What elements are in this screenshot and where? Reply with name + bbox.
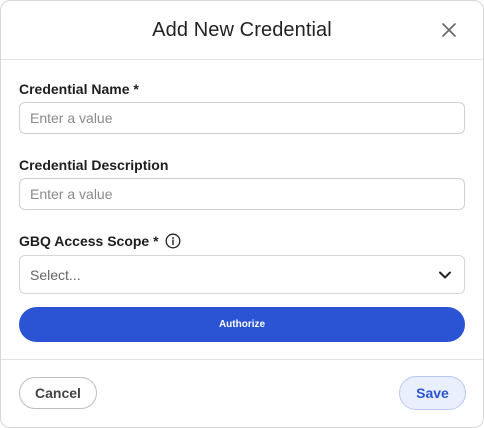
access-scope-selected-value: Select... [30, 266, 81, 283]
dialog-title: Add New Credential [152, 18, 332, 41]
credential-name-label-text: Credential Name * [19, 81, 139, 97]
cancel-button[interactable]: Cancel [19, 377, 97, 409]
access-scope-label: GBQ Access Scope * [19, 233, 465, 249]
save-button[interactable]: Save [399, 376, 466, 410]
authorize-button[interactable]: Authorize [19, 307, 465, 342]
close-button[interactable] [439, 20, 459, 40]
credential-description-label-text: Credential Description [19, 157, 169, 173]
chevron-down-icon [439, 271, 451, 278]
close-icon [442, 23, 456, 37]
credential-description-input[interactable] [19, 178, 465, 210]
access-scope-label-text: GBQ Access Scope * [19, 233, 159, 249]
credential-name-label: Credential Name * [19, 81, 465, 97]
dialog-footer: Cancel Save [1, 359, 483, 428]
credential-name-input[interactable] [19, 102, 465, 134]
info-icon[interactable] [165, 233, 181, 249]
access-scope-select[interactable]: Select... [19, 255, 465, 294]
dialog-body: Credential Name * Credential Description… [1, 81, 483, 342]
add-credential-dialog: Add New Credential Credential Name * Cre… [0, 0, 484, 428]
dialog-header: Add New Credential [1, 1, 483, 60]
credential-description-label: Credential Description [19, 157, 465, 173]
